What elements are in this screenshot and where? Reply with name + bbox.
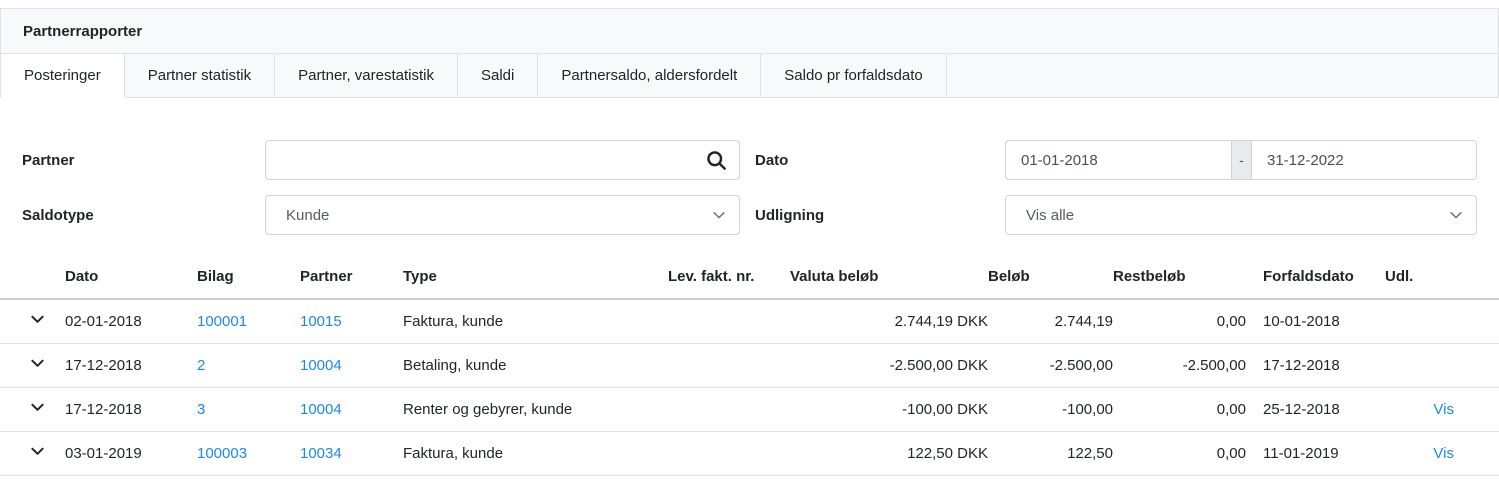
tab-bar: Posteringer Partner statistik Partner, v… [0, 54, 1499, 98]
udligning-selected-value: Vis alle [1026, 206, 1075, 224]
cell-forfaldsdato: 11-01-2019 [1246, 431, 1385, 476]
cell-lev-fakt-nr [668, 299, 790, 344]
tab-label: Posteringer [24, 67, 101, 84]
saldotype-label: Saldotype [22, 206, 94, 224]
dato-label: Dato [755, 151, 789, 169]
chevron-down-icon[interactable] [30, 312, 45, 327]
cell-forfaldsdato: 10-01-2018 [1246, 299, 1385, 344]
col-restbelob: Restbeløb [1113, 256, 1246, 300]
date-range-separator: - [1231, 140, 1252, 180]
cell-belob: -100,00 [988, 387, 1113, 432]
udligning-label: Udligning [755, 206, 825, 224]
cell-belob: 122,50 [988, 431, 1113, 476]
cell-valuta-belob: 122,50 DKK [790, 431, 988, 476]
partner-link[interactable]: 10034 [300, 445, 342, 462]
cell-dato: 17-12-2018 [65, 387, 197, 432]
tab-label: Saldi [480, 67, 515, 84]
date-to-input[interactable] [1252, 140, 1477, 180]
partner-link[interactable]: 10004 [300, 357, 342, 374]
table-row: 02-01-2018 100001 10015 Faktura, kunde 2… [0, 299, 1499, 344]
cell-restbelob: 0,00 [1113, 387, 1246, 432]
tab-label: Partner, varestatistik [298, 67, 434, 84]
tab-saldi[interactable]: Saldi [458, 54, 539, 97]
tab-partner-varestatistik[interactable]: Partner, varestatistik [275, 54, 458, 97]
cell-dato: 17-12-2018 [65, 343, 197, 388]
cell-udl [1385, 343, 1499, 388]
cell-valuta-belob: -100,00 DKK [790, 387, 988, 432]
page-header: Partnerrapporter [0, 8, 1499, 54]
col-dato: Dato [65, 256, 197, 300]
partner-link[interactable]: 10015 [300, 313, 342, 330]
search-icon[interactable] [706, 150, 727, 171]
cell-belob: 2.744,19 [988, 299, 1113, 344]
bilag-link[interactable]: 3 [197, 401, 205, 418]
bilag-link[interactable]: 100001 [197, 313, 247, 330]
tab-posteringer[interactable]: Posteringer [1, 54, 125, 98]
cell-valuta-belob: 2.744,19 DKK [790, 299, 988, 344]
cell-type: Faktura, kunde [403, 431, 668, 476]
cell-belob: -2.500,00 [988, 343, 1113, 388]
postings-table: Dato Bilag Partner Type Lev. fakt. nr. V… [0, 256, 1499, 476]
col-udl: Udl. [1385, 256, 1499, 300]
table-header-row: Dato Bilag Partner Type Lev. fakt. nr. V… [0, 256, 1499, 300]
bilag-link[interactable]: 100003 [197, 445, 247, 462]
cell-type: Betaling, kunde [403, 343, 668, 388]
tab-partner-statistik[interactable]: Partner statistik [125, 54, 276, 97]
tab-label: Saldo pr forfaldsdato [784, 67, 923, 84]
chevron-down-icon[interactable] [30, 400, 45, 415]
tab-label: Partner statistik [147, 67, 252, 84]
col-forfaldsdato: Forfaldsdato [1246, 256, 1385, 300]
col-type: Type [403, 256, 668, 300]
expander-header [0, 256, 65, 300]
table-row: 17-12-2018 3 10004 Renter og gebyrer, ku… [0, 387, 1499, 432]
cell-lev-fakt-nr [668, 343, 790, 388]
cell-type: Faktura, kunde [403, 299, 668, 344]
cell-restbelob: 0,00 [1113, 299, 1246, 344]
bilag-link[interactable]: 2 [197, 357, 205, 374]
tab-saldo-pr-forfaldsdato[interactable]: Saldo pr forfaldsdato [761, 54, 947, 97]
cell-lev-fakt-nr [668, 431, 790, 476]
col-bilag: Bilag [197, 256, 300, 300]
cell-type: Renter og gebyrer, kunde [403, 387, 668, 432]
table-row: 17-12-2018 2 10004 Betaling, kunde -2.50… [0, 343, 1499, 388]
partner-search-input[interactable] [265, 140, 740, 180]
cell-dato: 02-01-2018 [65, 299, 197, 344]
partner-link[interactable]: 10004 [300, 401, 342, 418]
chevron-down-icon[interactable] [30, 356, 45, 371]
saldotype-selected-value: Kunde [286, 206, 330, 224]
table-row: 03-01-2019 100003 10034 Faktura, kunde 1… [0, 431, 1499, 476]
cell-restbelob: 0,00 [1113, 431, 1246, 476]
cell-lev-fakt-nr [668, 387, 790, 432]
tab-partnersaldo-aldersfordelt[interactable]: Partnersaldo, aldersfordelt [538, 54, 762, 97]
cell-restbelob: -2.500,00 [1113, 343, 1246, 388]
saldotype-select[interactable]: Kunde [265, 195, 740, 235]
page-title: Partnerrapporter [23, 22, 143, 40]
top-spacer [0, 0, 1499, 8]
tab-label: Partnersaldo, aldersfordelt [561, 67, 738, 84]
col-valuta-belob: Valuta beløb [790, 256, 988, 300]
col-lev-fakt-nr: Lev. fakt. nr. [668, 256, 790, 300]
col-belob: Beløb [988, 256, 1113, 300]
col-partner: Partner [300, 256, 403, 300]
date-from-input[interactable] [1005, 140, 1231, 180]
cell-valuta-belob: -2.500,00 DKK [790, 343, 988, 388]
date-range: - [1005, 140, 1477, 180]
vis-link[interactable]: Vis [1433, 401, 1454, 418]
cell-forfaldsdato: 17-12-2018 [1246, 343, 1385, 388]
cell-forfaldsdato: 25-12-2018 [1246, 387, 1385, 432]
filter-panel: Partner Dato - Saldotype Kunde [0, 98, 1499, 235]
partner-label: Partner [22, 151, 75, 169]
cell-udl [1385, 299, 1499, 344]
cell-dato: 03-01-2019 [65, 431, 197, 476]
chevron-down-icon[interactable] [30, 444, 45, 459]
vis-link[interactable]: Vis [1433, 445, 1454, 462]
udligning-select[interactable]: Vis alle [1005, 195, 1477, 235]
